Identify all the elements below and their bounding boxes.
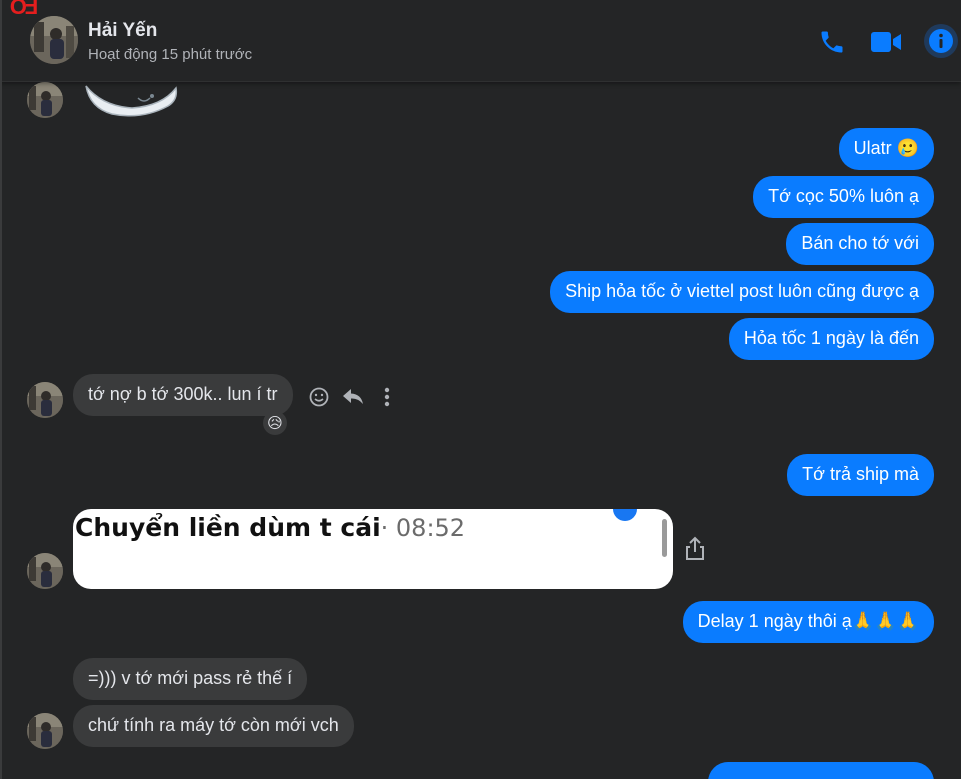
outgoing-message[interactable]: Ship hỏa tốc ở viettel post luôn cũng đư…	[550, 271, 934, 313]
image-time: · 08:52	[380, 514, 466, 542]
more-options-icon[interactable]	[374, 384, 400, 410]
incoming-message[interactable]: tớ nợ b tớ 300k.. lun í tr	[73, 374, 293, 416]
video-icon[interactable]	[870, 26, 902, 58]
outgoing-message[interactable]: Tớ trả ship mà	[787, 454, 934, 496]
contact-avatar-small[interactable]	[27, 382, 63, 418]
sticker-image[interactable]	[82, 76, 182, 118]
incoming-message[interactable]: chứ tính ra máy tớ còn mới vch	[73, 705, 354, 747]
share-icon[interactable]	[684, 536, 706, 562]
outgoing-message[interactable]: Tớ cọc 50% luôn ạ	[753, 176, 934, 218]
message-actions	[306, 384, 400, 410]
image-scrollbar	[662, 519, 667, 557]
react-icon[interactable]	[306, 384, 332, 410]
contact-name[interactable]: Hải Yến	[88, 20, 157, 42]
outgoing-message-partial[interactable]	[708, 762, 934, 779]
window-edge	[0, 0, 2, 779]
outgoing-message[interactable]: Hỏa tốc 1 ngày là đến	[728, 318, 934, 360]
incoming-message[interactable]: =))) v tớ mới pass rẻ thế í	[73, 658, 308, 700]
contact-avatar-small[interactable]	[27, 82, 63, 118]
info-icon[interactable]	[924, 24, 958, 58]
contact-avatar-small[interactable]	[27, 713, 63, 749]
phone-icon[interactable]	[816, 26, 848, 58]
image-caption: Chuyển liền dùm t cái· 08:52	[75, 513, 465, 542]
outgoing-message[interactable]: Bán cho tớ với	[786, 223, 934, 265]
contact-avatar-small[interactable]	[27, 553, 63, 589]
corner-mark: FO	[11, 0, 39, 19]
contact-status: Hoạt động 15 phút trước	[88, 46, 253, 63]
chat-header: FO Hải Yến Hoạt động 15 phút trước	[0, 0, 961, 82]
outgoing-message[interactable]: Delay 1 ngày thôi ạ🙏🙏🙏	[682, 601, 934, 643]
image-dot	[613, 509, 637, 521]
image-attachment[interactable]: Chuyển liền dùm t cái· 08:52	[73, 509, 673, 589]
contact-avatar[interactable]	[30, 16, 78, 64]
reply-icon[interactable]	[340, 384, 366, 410]
message-reaction[interactable]: 😥	[263, 411, 287, 435]
outgoing-message[interactable]: Ulatr 🥲	[838, 128, 934, 170]
image-caption-text: Chuyển liền dùm t cái	[75, 513, 381, 542]
